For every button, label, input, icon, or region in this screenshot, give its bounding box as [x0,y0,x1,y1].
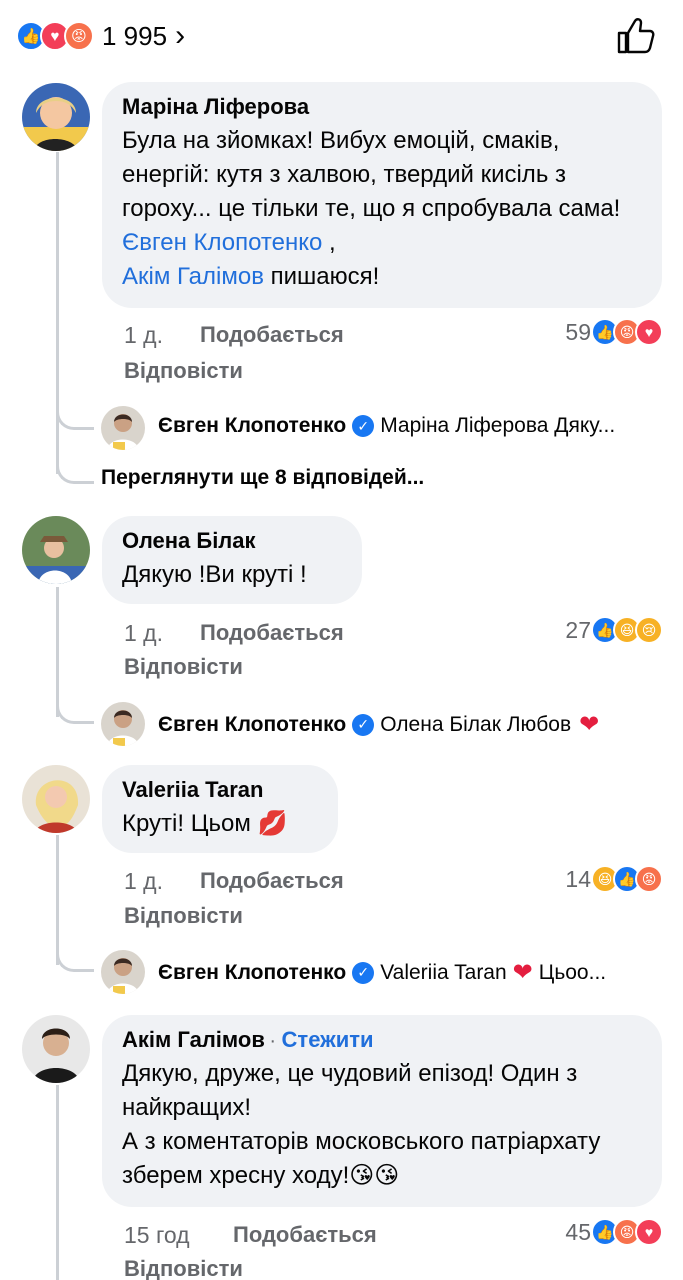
like-button-icon[interactable] [615,16,655,56]
reaction-count: 1 995 [102,20,168,51]
comment-author[interactable]: Олена Білак [122,528,342,554]
thread-hook [56,400,94,430]
avatar[interactable] [101,406,145,450]
angry-icon: 😡 [64,21,94,51]
reply-button[interactable]: Відповісти [124,903,243,929]
verified-icon: ✓ [352,415,375,437]
comment-text: Круті! Цьом 💋 [122,810,288,837]
verified-icon: ✓ [352,961,375,984]
comment-bubble: Олена Білак Дякую !Ви круті ! [102,516,362,604]
like-comment-button[interactable]: Подобається [200,322,344,348]
thread-hook [56,690,94,724]
kiss-lips-icon: 💋 [257,810,288,837]
thread-hook [56,450,94,484]
thread-line [56,1085,59,1280]
reactions-summary[interactable]: 👍 ♥ 😡 1 995 › [16,16,185,56]
comment-text: Дякую, друже, це чудовий епізод! Один з … [122,1060,601,1189]
view-more-replies-link[interactable]: Переглянути ще 8 відповідей... [101,466,424,490]
mention-link[interactable]: Акім Галімов [122,263,264,290]
comment-author[interactable]: Маріна Ліферова [122,94,642,120]
like-comment-button[interactable]: Подобається [233,1222,377,1248]
chevron-right-icon: › [175,19,186,52]
avatar[interactable] [101,950,145,994]
comment-bubble: Маріна Ліферова Була на зйомках! Вибух е… [102,82,662,308]
love-icon: ♥ [635,1218,663,1246]
kissing-face-icon: 😘😘 [349,1162,400,1189]
reply-preview[interactable]: Євген Клопотенко ✓ Valeriia Taran ❤ Цьоо… [158,958,668,987]
avatar[interactable] [22,516,90,584]
avatar[interactable] [22,1015,90,1083]
comment-time: 1 д. [124,868,163,894]
like-comment-button[interactable]: Подобається [200,620,344,646]
angry-icon: 😡 [635,865,663,893]
like-comment-button[interactable]: Подобається [200,868,344,894]
comment-reactions[interactable]: 14 😆 👍 😡 [565,865,663,893]
avatar[interactable] [22,765,90,833]
comment-reactions[interactable]: 27 👍 😆 😢 [565,616,663,644]
thread-line [56,152,59,474]
avatar[interactable] [101,702,145,746]
heart-icon: ❤ [579,711,600,738]
comment-text: Дякую !Ви круті ! [122,561,307,588]
comment-time: 1 д. [124,620,163,646]
reply-button[interactable]: Відповісти [124,358,243,384]
comment-author[interactable]: Valeriia Taran [122,777,318,803]
thread-hook [56,938,94,972]
comment-bubble: Акім Галімов · Стежити Дякую, друже, це … [102,1015,662,1207]
comment-author[interactable]: Акім Галімов [122,1027,265,1052]
reply-button[interactable]: Відповісти [124,654,243,680]
avatar[interactable] [22,83,90,151]
love-icon: ♥ [635,318,663,346]
reply-button[interactable]: Відповісти [124,1256,243,1280]
mention-link[interactable]: Євген Клопотенко [122,229,322,256]
sad-icon: 😢 [635,616,663,644]
comment-reactions[interactable]: 45 👍 😡 ♥ [565,1218,663,1246]
comment-time: 15 год [124,1222,190,1248]
heart-icon: ❤ [512,959,533,986]
reply-preview[interactable]: Євген Клопотенко ✓ Олена Білак Любов ❤ [158,710,668,739]
verified-icon: ✓ [352,713,375,736]
comment-bubble: Valeriia Taran Круті! Цьом 💋 [102,765,338,853]
reply-preview[interactable]: Євген Клопотенко ✓ Маріна Ліферова Дяку.… [158,414,668,438]
follow-button[interactable]: Стежити [282,1027,374,1052]
comment-reactions[interactable]: 59 👍 😡 ♥ [565,318,663,346]
comment-time: 1 д. [124,322,163,348]
comment-text: Була на зйомках! Вибух емоцій, смаків, е… [122,127,621,290]
